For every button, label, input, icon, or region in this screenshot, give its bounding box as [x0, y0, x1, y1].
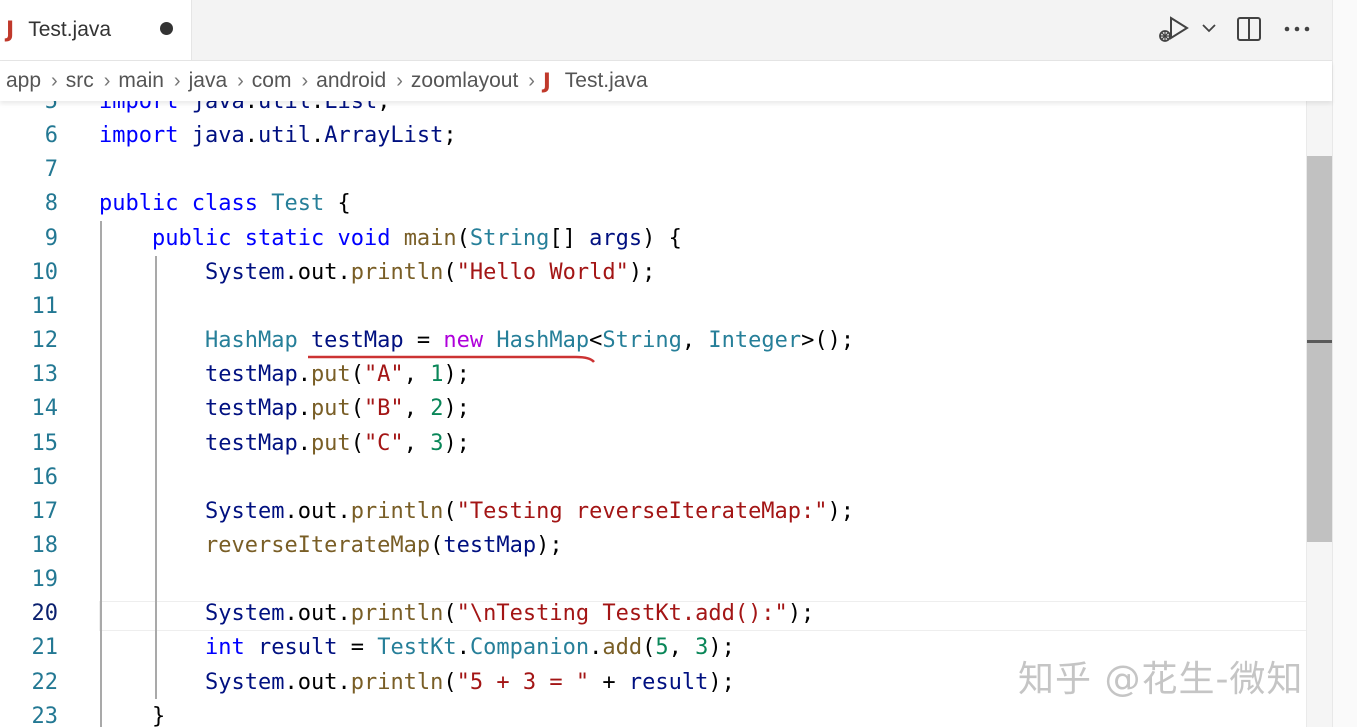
- code-line[interactable]: 17 System.out.println("Testing reverseIt…: [0, 495, 1306, 529]
- code-line[interactable]: 8 public class Test {: [0, 187, 1306, 221]
- line-number: 18: [31, 532, 59, 558]
- overview-ruler-marker: [1307, 340, 1332, 343]
- run-debug-button[interactable]: [1151, 12, 1221, 46]
- split-editor-icon: [1237, 17, 1261, 41]
- code-line[interactable]: 14 testMap.put("B", 2);: [0, 392, 1306, 426]
- tab-bar: J Test.java: [0, 0, 1357, 61]
- line-number: 8: [44, 191, 58, 217]
- code-text[interactable]: public static void main(String[] args) {: [99, 222, 682, 256]
- split-editor-button[interactable]: [1229, 12, 1269, 46]
- line-number: 10: [31, 259, 59, 285]
- code-text[interactable]: import java.util.ArrayList;: [99, 119, 457, 153]
- code-text[interactable]: public class Test {: [99, 187, 351, 221]
- line-number: 19: [31, 567, 59, 593]
- minimap-strip: [1332, 0, 1357, 727]
- watermark: 知乎 @花生-微知: [1018, 659, 1304, 700]
- line-number: 16: [31, 464, 59, 490]
- breadcrumb-item-main[interactable]: main: [118, 69, 164, 93]
- tab-label: Test.java: [28, 18, 112, 41]
- chevron-right-icon: ›: [173, 69, 181, 92]
- line-number: 22: [31, 669, 59, 695]
- chevron-right-icon: ›: [528, 69, 535, 92]
- scrollbar-thumb[interactable]: [1307, 156, 1332, 542]
- line-number: 20: [31, 601, 59, 627]
- code-text[interactable]: }: [99, 700, 165, 727]
- more-actions-button[interactable]: [1277, 12, 1317, 46]
- more-actions-icon: [1284, 26, 1310, 32]
- breadcrumb-item-java[interactable]: java: [189, 69, 228, 93]
- line-number: 5: [44, 101, 58, 114]
- code-line[interactable]: 15 testMap.put("C", 3);: [0, 427, 1306, 461]
- editor-actions: [1137, 0, 1357, 60]
- code-text[interactable]: testMap.put("A", 1);: [99, 358, 470, 392]
- code-line[interactable]: 13 testMap.put("A", 1);: [0, 358, 1306, 392]
- breadcrumb-item-zoomlayout[interactable]: zoomlayout: [411, 69, 518, 93]
- line-number: 6: [44, 123, 58, 149]
- line-number: 23: [31, 703, 59, 727]
- breadcrumb-item-com[interactable]: com: [252, 69, 292, 93]
- chevron-right-icon: ›: [237, 69, 244, 92]
- code-line[interactable]: 19: [0, 563, 1306, 597]
- code-text[interactable]: reverseIterateMap(testMap);: [99, 529, 563, 563]
- code-line[interactable]: 23 }: [0, 700, 1306, 727]
- code-line[interactable]: 9 public static void main(String[] args)…: [0, 222, 1306, 256]
- line-number: 7: [44, 157, 58, 183]
- code-line[interactable]: 10 System.out.println("Hello World");: [0, 256, 1306, 290]
- java-file-icon: J: [6, 17, 15, 43]
- line-number: 9: [44, 225, 58, 251]
- line-number: 11: [31, 293, 59, 319]
- tab-test-java[interactable]: J Test.java: [0, 0, 192, 60]
- line-number: 12: [31, 328, 59, 354]
- code-text[interactable]: System.out.println("Hello World");: [99, 256, 655, 290]
- code-line[interactable]: 5 import java.util.List;: [0, 101, 1306, 119]
- code-line[interactable]: 18 reverseIterateMap(testMap);: [0, 529, 1306, 563]
- chevron-right-icon: ›: [103, 69, 111, 92]
- code-text[interactable]: System.out.println("\nTesting TestKt.add…: [99, 597, 814, 631]
- chevron-right-icon: ›: [396, 69, 403, 92]
- java-file-icon: J: [542, 69, 551, 93]
- code-line[interactable]: 11: [0, 290, 1306, 324]
- code-line[interactable]: 12 HashMap testMap = new HashMap<String,…: [0, 324, 1306, 358]
- code-editor[interactable]: 5 import java.util.List; 6 import java.util…: [0, 101, 1306, 727]
- code-text[interactable]: testMap.put("C", 3);: [99, 427, 470, 461]
- breadcrumb-item-android[interactable]: android: [316, 69, 386, 93]
- chevron-right-icon: ›: [301, 69, 309, 92]
- line-number: 21: [31, 635, 59, 661]
- code-line[interactable]: 6 import java.util.ArrayList;: [0, 119, 1306, 153]
- unsaved-dot-icon[interactable]: [160, 22, 173, 35]
- code-text[interactable]: import java.util.List;: [99, 101, 390, 119]
- chevron-right-icon: ›: [51, 69, 58, 92]
- code-line[interactable]: 7: [0, 153, 1306, 187]
- code-text[interactable]: int result = TestKt.Companion.add(5, 3);: [99, 631, 735, 665]
- code-line[interactable]: 16: [0, 461, 1306, 495]
- code-text[interactable]: System.out.println("5 + 3 = " + result);: [99, 666, 735, 700]
- line-number: 17: [31, 498, 59, 524]
- breadcrumb-item-file[interactable]: Test.java: [565, 69, 648, 93]
- code-text[interactable]: testMap.put("B", 2);: [99, 392, 470, 426]
- line-number: 13: [31, 362, 59, 388]
- line-number: 14: [31, 396, 59, 422]
- breadcrumb-item-app[interactable]: app: [6, 69, 41, 93]
- breadcrumb: app › src › main › java › com › android …: [0, 61, 1332, 101]
- line-number: 15: [31, 430, 59, 456]
- code-line[interactable]: 20 System.out.println("\nTesting TestKt.…: [0, 597, 1306, 631]
- code-text[interactable]: System.out.println("Testing reverseItera…: [99, 495, 854, 529]
- run-debug-icon: [1159, 16, 1216, 42]
- breadcrumb-item-src[interactable]: src: [66, 69, 94, 93]
- vscode-editor-window: J Test.java app › src › main › java › co…: [0, 0, 1357, 727]
- code-text[interactable]: HashMap testMap = new HashMap<String, In…: [99, 324, 854, 358]
